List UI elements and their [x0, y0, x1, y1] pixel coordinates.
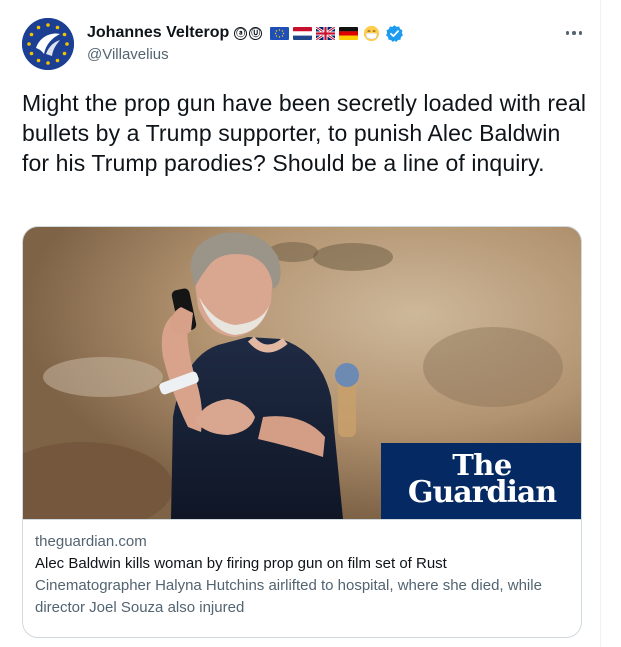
face-with-mask-icon: [364, 25, 380, 41]
verified-badge-icon[interactable]: [385, 24, 404, 43]
link-preview-card[interactable]: The Guardian theguardian.com Alec Baldwi…: [22, 226, 582, 638]
germany-flag-icon: [339, 26, 359, 40]
more-options-icon[interactable]: [560, 26, 588, 40]
dot: [578, 31, 583, 35]
article-image[interactable]: The Guardian: [23, 227, 581, 519]
eu-flag-icon: [270, 26, 290, 40]
tweet-text: Might the prop gun have been secretly lo…: [22, 90, 587, 176]
eu-stars-logo-icon: [22, 18, 74, 70]
tweet[interactable]: Johannes Velterop ⓐ Ⓤ @Villavelius Might…: [0, 0, 601, 647]
dot: [565, 31, 570, 35]
publisher-logo-line2: Guardian: [407, 475, 557, 510]
netherlands-flag-icon: [293, 26, 313, 40]
card-description: Cinematographer Halyna Hutchins airlifte…: [35, 577, 542, 616]
uk-flag-icon: [316, 26, 336, 40]
circled-a-badge: ⓐ: [234, 26, 248, 40]
circled-u-badge: Ⓤ: [249, 26, 263, 40]
display-name[interactable]: Johannes Velterop: [87, 24, 229, 42]
card-domain: theguardian.com: [35, 533, 147, 550]
avatar[interactable]: [22, 18, 74, 70]
publisher-logo: The Guardian: [381, 443, 581, 519]
card-body[interactable]: theguardian.com Alec Baldwin kills woman…: [23, 519, 581, 619]
user-handle[interactable]: @Villavelius: [87, 46, 169, 63]
card-title[interactable]: Alec Baldwin kills woman by firing prop …: [35, 553, 571, 575]
dot: [572, 31, 576, 35]
